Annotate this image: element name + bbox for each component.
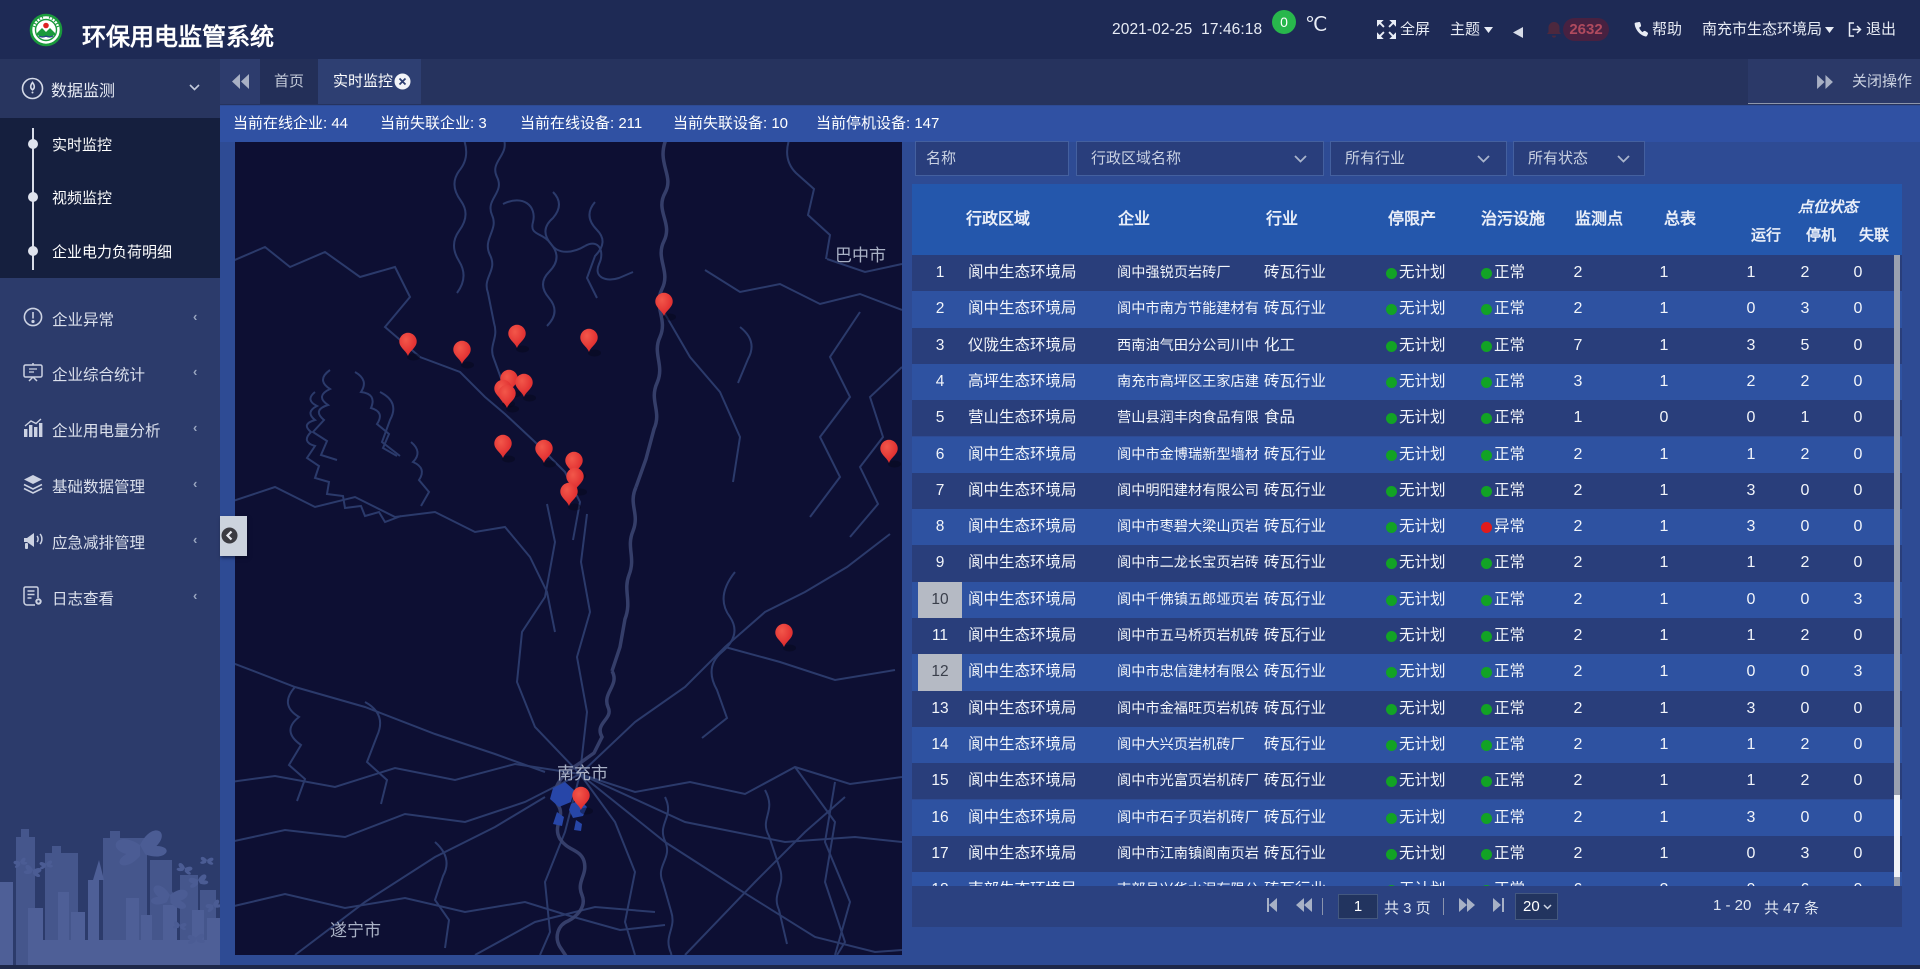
svg-text:南充市: 南充市: [557, 764, 608, 783]
svg-text:巴中市: 巴中市: [835, 246, 886, 265]
svg-text:遂宁市: 遂宁市: [330, 921, 381, 940]
